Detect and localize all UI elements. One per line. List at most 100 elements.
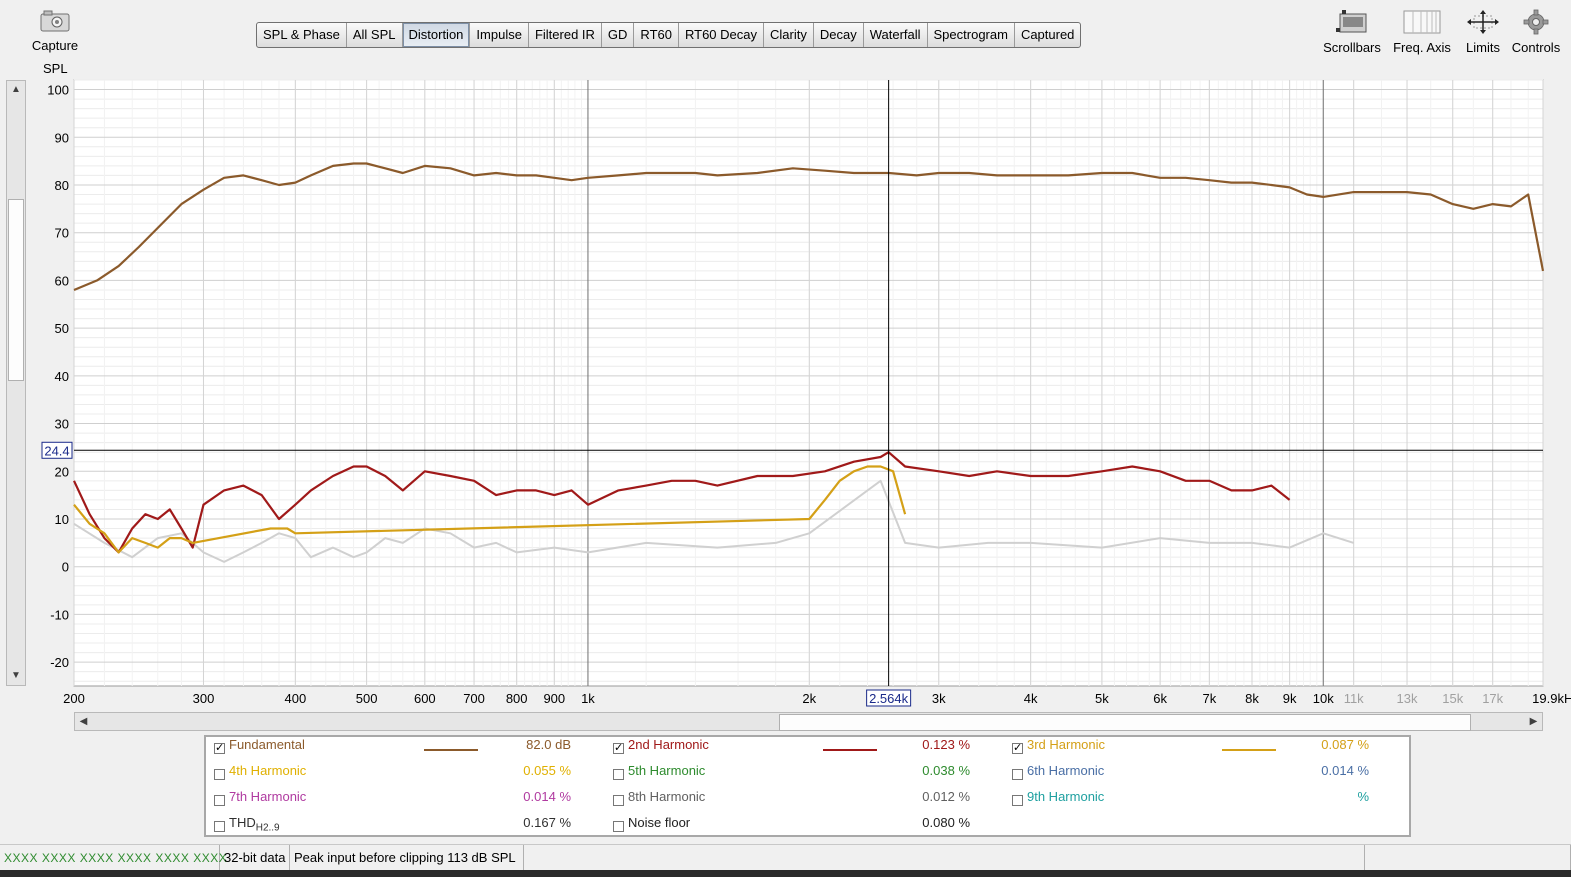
checkbox-5th-harmonic[interactable]: [613, 769, 624, 780]
legend-value-8th-harmonic: 0.012 %: [922, 789, 970, 804]
legend-value-9th-harmonic: %: [1357, 789, 1369, 804]
y-tick-label: 50: [55, 321, 69, 336]
scroll-right-arrow-icon[interactable]: ▶: [1525, 713, 1542, 730]
x-tick-label: 200: [63, 691, 85, 706]
legend-label-text: 9th Harmonic: [1027, 789, 1105, 804]
status-extra: [1364, 845, 1571, 871]
x-tick-label: 500: [356, 691, 378, 706]
legend-label-3rd-harmonic: 3rd Harmonic: [1027, 737, 1105, 752]
legend-label-text: THD: [229, 815, 256, 830]
x-tick-label: 10k: [1313, 691, 1334, 706]
legend-label-text: 8th Harmonic: [628, 789, 706, 804]
legend-row: 4th Harmonic 0.055 % 5th Harmonic 0.038 % 6t…: [206, 763, 1409, 789]
horizontal-scrollbar[interactable]: ◀ ▶: [74, 712, 1543, 731]
x-tick-label: 4k: [1024, 691, 1038, 706]
legend-value-fundamental: 82.0 dB: [526, 737, 571, 752]
legend-value-noise-floor: 0.080 %: [922, 815, 970, 830]
cursor-y-readout: 24.4: [44, 443, 69, 458]
legend-label-9th-harmonic: 9th Harmonic: [1027, 789, 1104, 804]
x-tick-label: 19.9kHz: [1532, 691, 1571, 706]
legend-value-2nd-harmonic: 0.123 %: [922, 737, 970, 752]
x-tick-label: 17k: [1482, 691, 1503, 706]
x-tick-label: 600: [414, 691, 436, 706]
x-tick-label: 11k: [1344, 691, 1364, 706]
x-tick-label: 800: [506, 691, 528, 706]
x-tick-label: 5k: [1095, 691, 1109, 706]
x-tick-label: 300: [193, 691, 215, 706]
checkbox-9th-harmonic[interactable]: [1012, 795, 1023, 806]
legend-value-3rd-harmonic: 0.087 %: [1321, 737, 1369, 752]
y-tick-label: 70: [55, 226, 69, 241]
legend-value-thd: 0.167 %: [523, 815, 571, 830]
y-tick-label: 100: [47, 83, 69, 98]
y-tick-label: 90: [55, 130, 69, 145]
legend-label-text: 7th Harmonic: [229, 789, 307, 804]
legend-row: THDH2..9 0.167 % Noise floor 0.080 %: [206, 815, 1409, 841]
legend-label-text: 3rd Harmonic: [1027, 737, 1106, 752]
checkbox-3rd-harmonic[interactable]: ✓: [1012, 743, 1023, 754]
legend-label-7th-harmonic: 7th Harmonic: [229, 789, 306, 804]
legend-label-text: 4th Harmonic: [229, 763, 307, 778]
y-tick-label: 10: [55, 512, 69, 527]
legend-label-text: 2nd Harmonic: [628, 737, 709, 752]
legend-label-text: Noise floor: [628, 815, 691, 830]
legend-label-4th-harmonic: 4th Harmonic: [229, 763, 306, 778]
legend-label-subscript: H2..9: [255, 822, 280, 834]
x-tick-label: 400: [284, 691, 306, 706]
checkbox-4th-harmonic[interactable]: [214, 769, 225, 780]
x-tick-label: 700: [463, 691, 485, 706]
checkbox-thd[interactable]: [214, 821, 225, 832]
distortion-chart[interactable]: 1009080706050403020100-10-20200 300 400 500…: [0, 0, 1571, 720]
cursor-x-readout: 2.564k: [869, 691, 909, 706]
legend-value-5th-harmonic: 0.038 %: [922, 763, 970, 778]
x-tick-label: 2k: [802, 691, 816, 706]
window-bottom-edge: [0, 870, 1571, 877]
y-tick-label: 60: [55, 273, 69, 288]
x-tick-label: 8k: [1245, 691, 1259, 706]
y-tick-label: 0: [62, 560, 69, 575]
y-tick-label: -10: [50, 607, 69, 622]
x-tick-label: 15k: [1442, 691, 1463, 706]
horizontal-scroll-thumb[interactable]: [779, 714, 1471, 731]
legend-swatch-fundamental: [424, 749, 478, 751]
scroll-left-arrow-icon[interactable]: ◀: [75, 713, 92, 730]
legend-label-noise-floor: Noise floor: [628, 815, 690, 830]
legend-label-8th-harmonic: 8th Harmonic: [628, 789, 705, 804]
y-tick-label: 20: [55, 464, 69, 479]
checkbox-2nd-harmonic[interactable]: ✓: [613, 743, 624, 754]
x-tick-label: 9k: [1283, 691, 1297, 706]
legend-panel: ✓ Fundamental 82.0 dB ✓ 2nd Harmonic 0.123 % ✓…: [204, 735, 1411, 837]
status-bar: XXXX XXXX XXXX XXXX XXXX XXXX 32-bit dat…: [0, 844, 1571, 871]
x-tick-label: 1k: [581, 691, 595, 706]
legend-label-fundamental: Fundamental: [229, 737, 305, 752]
legend-label-5th-harmonic: 5th Harmonic: [628, 763, 705, 778]
checkbox-noise-floor[interactable]: [613, 821, 624, 832]
legend-label-2nd-harmonic: 2nd Harmonic: [628, 737, 709, 752]
legend-swatch-2nd-harmonic: [823, 749, 877, 751]
legend-row: 7th Harmonic 0.014 % 8th Harmonic 0.012 % 9t…: [206, 789, 1409, 815]
checkbox-6th-harmonic[interactable]: [1012, 769, 1023, 780]
legend-row: ✓ Fundamental 82.0 dB ✓ 2nd Harmonic 0.123 % ✓…: [206, 737, 1409, 763]
x-tick-label: 7k: [1202, 691, 1216, 706]
x-tick-label: 900: [543, 691, 565, 706]
legend-label-thd: THDH2..9: [229, 815, 280, 834]
legend-label-text: Fundamental: [229, 737, 305, 752]
checkbox-8th-harmonic[interactable]: [613, 795, 624, 806]
legend-value-6th-harmonic: 0.014 %: [1321, 763, 1369, 778]
bit-depth-status: 32-bit data: [220, 845, 290, 871]
legend-swatch-3rd-harmonic: [1222, 749, 1276, 751]
y-tick-label: 80: [55, 178, 69, 193]
checkbox-7th-harmonic[interactable]: [214, 795, 225, 806]
x-tick-label: 3k: [932, 691, 946, 706]
y-tick-label: -20: [50, 655, 69, 670]
y-tick-label: 40: [55, 369, 69, 384]
legend-value-7th-harmonic: 0.014 %: [523, 789, 571, 804]
level-meters: XXXX XXXX XXXX XXXX XXXX XXXX: [0, 845, 227, 871]
legend-value-4th-harmonic: 0.055 %: [523, 763, 571, 778]
peak-input-status: Peak input before clipping 113 dB SPL: [290, 845, 524, 871]
legend-label-text: 6th Harmonic: [1027, 763, 1105, 778]
x-tick-label: 6k: [1153, 691, 1167, 706]
checkbox-fundamental[interactable]: ✓: [214, 743, 225, 754]
legend-label-6th-harmonic: 6th Harmonic: [1027, 763, 1104, 778]
legend-label-text: 5th Harmonic: [628, 763, 706, 778]
